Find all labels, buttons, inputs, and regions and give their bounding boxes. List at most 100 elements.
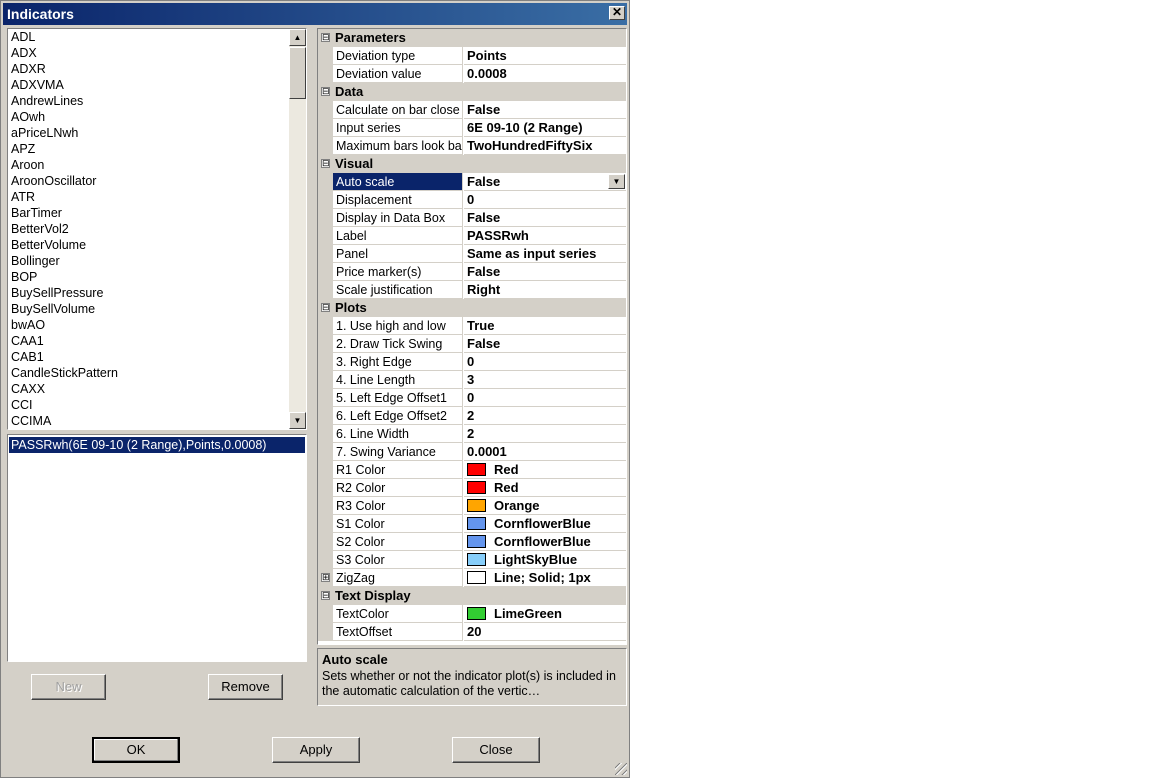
property-row[interactable]: 6. Left Edge Offset2 2: [318, 407, 626, 425]
resize-grip-icon[interactable]: [615, 763, 627, 775]
close-button[interactable]: Close: [452, 737, 540, 763]
property-row[interactable]: S3 Color LightSkyBlue: [318, 551, 626, 569]
property-name[interactable]: TextOffset: [333, 623, 463, 641]
property-value[interactable]: Orange: [464, 497, 626, 515]
applied-indicator-item[interactable]: PASSRwh(6E 09-10 (2 Range),Points,0.0008…: [9, 437, 305, 453]
property-value[interactable]: 3: [464, 371, 626, 389]
property-row[interactable]: 3. Right Edge 0: [318, 353, 626, 371]
property-row[interactable]: Panel Same as input series: [318, 245, 626, 263]
property-value[interactable]: 20: [464, 623, 626, 641]
close-icon[interactable]: ✕: [609, 6, 625, 20]
ok-button[interactable]: OK: [92, 737, 180, 763]
property-value[interactable]: Red: [464, 479, 626, 497]
property-value[interactable]: PASSRwh: [464, 227, 626, 245]
list-item[interactable]: BetterVol2: [8, 221, 289, 237]
property-value[interactable]: 2: [464, 407, 626, 425]
property-row[interactable]: TextOffset 20: [318, 623, 626, 641]
property-name[interactable]: Panel: [333, 245, 463, 263]
property-value[interactable]: 0.0001: [464, 443, 626, 461]
property-name[interactable]: Calculate on bar close: [333, 101, 463, 119]
property-row[interactable]: R3 Color Orange: [318, 497, 626, 515]
property-name[interactable]: TextColor: [333, 605, 463, 623]
list-item[interactable]: CAB1: [8, 349, 289, 365]
property-name[interactable]: 1. Use high and low: [333, 317, 463, 335]
property-name[interactable]: Label: [333, 227, 463, 245]
property-value[interactable]: Points: [464, 47, 626, 65]
property-grid[interactable]: ⊟ Parameters Deviation type Points Deviation…: [317, 28, 627, 645]
property-row[interactable]: R2 Color Red: [318, 479, 626, 497]
property-value[interactable]: True: [464, 317, 626, 335]
property-row[interactable]: ⊞ ZigZag Line; Solid; 1px: [318, 569, 626, 587]
property-value[interactable]: LightSkyBlue: [464, 551, 626, 569]
list-item[interactable]: ADL: [8, 29, 289, 45]
property-name[interactable]: ZigZag: [333, 569, 463, 587]
applied-indicators-list[interactable]: PASSRwh(6E 09-10 (2 Range),Points,0.0008…: [7, 434, 307, 662]
list-item[interactable]: AroonOscillator: [8, 173, 289, 189]
property-value[interactable]: False: [464, 209, 626, 227]
property-name[interactable]: R1 Color: [333, 461, 463, 479]
property-value[interactable]: 0: [464, 353, 626, 371]
property-name[interactable]: 5. Left Edge Offset1: [333, 389, 463, 407]
property-row[interactable]: Display in Data Box False: [318, 209, 626, 227]
property-name[interactable]: R3 Color: [333, 497, 463, 515]
property-value[interactable]: LimeGreen: [464, 605, 626, 623]
property-name[interactable]: Deviation type: [333, 47, 463, 65]
property-value[interactable]: Same as input series: [464, 245, 626, 263]
expand-icon[interactable]: ⊞: [321, 573, 330, 582]
property-row[interactable]: S2 Color CornflowerBlue: [318, 533, 626, 551]
property-value[interactable]: Red: [464, 461, 626, 479]
property-value[interactable]: CornflowerBlue: [464, 533, 626, 551]
collapse-icon[interactable]: ⊟: [321, 33, 330, 42]
property-value[interactable]: False: [464, 101, 626, 119]
indicator-list-scrollbar[interactable]: ▲ ▼: [289, 29, 306, 429]
property-row[interactable]: Scale justification Right: [318, 281, 626, 299]
property-value[interactable]: 2: [464, 425, 626, 443]
remove-button[interactable]: Remove: [208, 674, 283, 700]
list-item[interactable]: AOwh: [8, 109, 289, 125]
collapse-icon[interactable]: ⊟: [321, 87, 330, 96]
property-name[interactable]: S3 Color: [333, 551, 463, 569]
property-name[interactable]: Displacement: [333, 191, 463, 209]
property-row[interactable]: 4. Line Length 3: [318, 371, 626, 389]
list-item[interactable]: CAA1: [8, 333, 289, 349]
property-name[interactable]: 4. Line Length: [333, 371, 463, 389]
list-item[interactable]: ADX: [8, 45, 289, 61]
property-row[interactable]: Auto scale False ▼: [318, 173, 626, 191]
scroll-down-icon[interactable]: ▼: [289, 412, 306, 429]
list-item[interactable]: bwAO: [8, 317, 289, 333]
property-name[interactable]: 7. Swing Variance: [333, 443, 463, 461]
property-row[interactable]: Deviation value 0.0008: [318, 65, 626, 83]
property-name[interactable]: 2. Draw Tick Swing: [333, 335, 463, 353]
indicator-list[interactable]: ADL ADX ADXR ADXVMA AndrewLines AOwh aPriceLNw…: [7, 28, 307, 430]
property-name[interactable]: 3. Right Edge: [333, 353, 463, 371]
list-item[interactable]: CCIMA: [8, 413, 289, 429]
property-row[interactable]: TextColor LimeGreen: [318, 605, 626, 623]
list-item[interactable]: BuySellVolume: [8, 301, 289, 317]
property-row[interactable]: 6. Line Width 2: [318, 425, 626, 443]
property-name[interactable]: Deviation value: [333, 65, 463, 83]
property-value[interactable]: False: [464, 263, 626, 281]
property-value[interactable]: 6E 09-10 (2 Range): [464, 119, 626, 137]
property-value[interactable]: Right: [464, 281, 626, 299]
list-item[interactable]: BuySellPressure: [8, 285, 289, 301]
property-value[interactable]: False: [464, 335, 626, 353]
collapse-icon[interactable]: ⊟: [321, 159, 330, 168]
scroll-up-icon[interactable]: ▲: [289, 29, 306, 46]
property-row[interactable]: Deviation type Points: [318, 47, 626, 65]
property-row[interactable]: Label PASSRwh: [318, 227, 626, 245]
property-row[interactable]: 7. Swing Variance 0.0001: [318, 443, 626, 461]
property-value[interactable]: 0.0008: [464, 65, 626, 83]
property-name[interactable]: S2 Color: [333, 533, 463, 551]
property-name[interactable]: Maximum bars look back: [333, 137, 463, 155]
property-row[interactable]: Calculate on bar close False: [318, 101, 626, 119]
property-row[interactable]: 2. Draw Tick Swing False: [318, 335, 626, 353]
list-item[interactable]: BarTimer: [8, 205, 289, 221]
new-button[interactable]: New: [31, 674, 106, 700]
list-item[interactable]: ADXR: [8, 61, 289, 77]
property-row[interactable]: S1 Color CornflowerBlue: [318, 515, 626, 533]
list-item[interactable]: aPriceLNwh: [8, 125, 289, 141]
collapse-icon[interactable]: ⊟: [321, 303, 330, 312]
property-name[interactable]: Input series: [333, 119, 463, 137]
property-row[interactable]: 5. Left Edge Offset1 0: [318, 389, 626, 407]
list-item[interactable]: BOP: [8, 269, 289, 285]
